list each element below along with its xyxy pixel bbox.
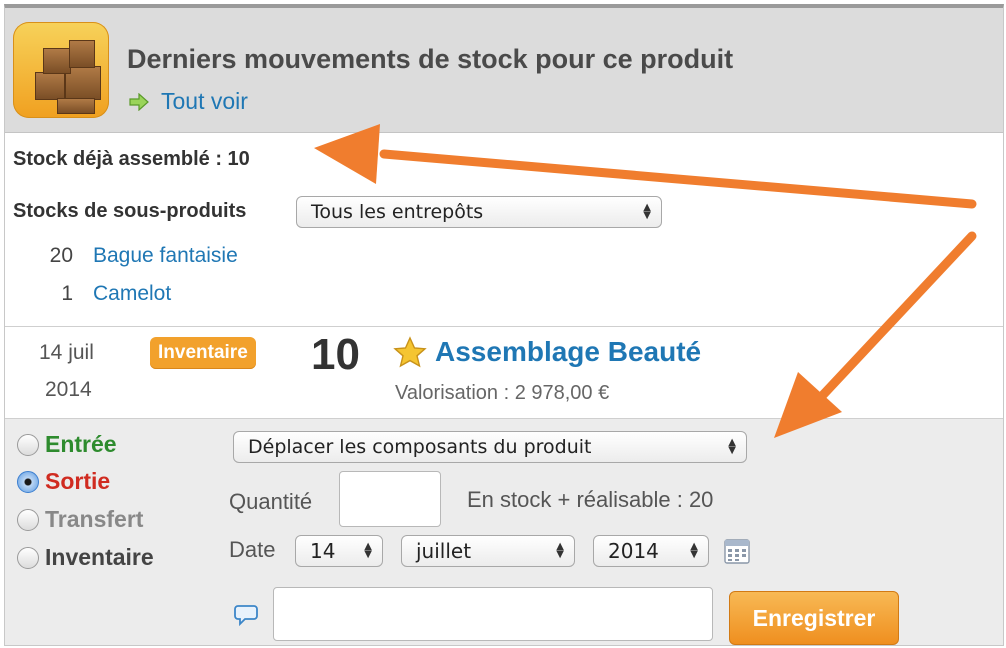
save-button[interactable]: Enregistrer	[729, 591, 899, 645]
quantity-label: Quantité	[229, 489, 313, 514]
divider	[5, 326, 1003, 327]
list-item: 20 Bague fantaisie	[5, 244, 405, 274]
day-select-value: 14	[310, 539, 336, 563]
radio-label: Transfert	[45, 506, 144, 532]
radio-transfert[interactable]: Transfert	[17, 506, 143, 533]
date-label: Date	[229, 537, 276, 562]
comment-icon	[234, 605, 258, 627]
calendar-icon[interactable]	[723, 537, 751, 565]
action-select-value: Déplacer les composants du produit	[248, 436, 592, 458]
quantity-input[interactable]	[339, 471, 441, 527]
radio-label: Entrée	[45, 431, 117, 457]
warehouse-select-value: Tous les entrepôts	[311, 201, 484, 223]
month-select-value: juillet	[416, 539, 472, 563]
select-arrows-icon: ▲ ▼	[364, 541, 372, 560]
radio-inventaire[interactable]: Inventaire	[17, 544, 154, 571]
select-arrows-icon: ▲ ▼	[690, 541, 698, 560]
sub-products-label: Stocks de sous-produits	[13, 200, 247, 222]
panel-header: Derniers mouvements de stock pour ce pro…	[5, 8, 1003, 133]
movement-qty: 10	[311, 330, 360, 379]
radio-button[interactable]	[17, 433, 39, 456]
radio-button[interactable]	[17, 508, 39, 531]
month-select[interactable]: juillet ▲ ▼	[401, 535, 575, 567]
see-all-link[interactable]: Tout voir	[129, 88, 248, 115]
movement-type-badge: Inventaire	[150, 337, 256, 369]
select-arrows-icon: ▲ ▼	[556, 541, 564, 560]
star-icon[interactable]	[393, 336, 427, 368]
stock-movements-panel: Derniers mouvements de stock pour ce pro…	[4, 4, 1004, 646]
page-title: Derniers mouvements de stock pour ce pro…	[127, 44, 734, 74]
year-select[interactable]: 2014 ▲ ▼	[593, 535, 709, 567]
sub-product-qty: 20	[49, 244, 73, 267]
action-select[interactable]: Déplacer les composants du produit ▲ ▼	[233, 431, 747, 463]
year-select-value: 2014	[608, 539, 659, 563]
list-item: 1 Camelot	[5, 282, 405, 312]
select-arrows-icon: ▲ ▼	[728, 437, 736, 456]
sub-product-link[interactable]: Camelot	[93, 282, 171, 306]
sub-product-link[interactable]: Bague fantaisie	[93, 244, 238, 268]
stock-assembled: Stock déjà assemblé : 10	[13, 148, 250, 170]
movement-product-link[interactable]: Assemblage Beauté	[435, 336, 701, 368]
sub-product-qty: 1	[61, 282, 73, 305]
radio-entree[interactable]: Entrée	[17, 431, 117, 458]
stock-movement-form: Entrée Sortie Transfert Inventaire Dépla…	[5, 418, 1003, 645]
radio-button[interactable]	[17, 546, 39, 569]
select-arrows-icon: ▲ ▼	[643, 202, 651, 221]
radio-label: Inventaire	[45, 544, 154, 570]
day-select[interactable]: 14 ▲ ▼	[295, 535, 383, 567]
movement-valuation: Valorisation : 2 978,00 €	[395, 382, 610, 404]
movement-date-year: 2014	[45, 378, 92, 401]
radio-label: Sortie	[45, 468, 111, 494]
warehouse-select[interactable]: Tous les entrepôts ▲ ▼	[296, 196, 662, 228]
arrow-right-icon	[129, 92, 149, 111]
in-stock-info: En stock + réalisable : 20	[467, 487, 714, 512]
radio-sortie[interactable]: Sortie	[17, 468, 110, 495]
comment-input[interactable]	[273, 587, 713, 641]
boxes-icon	[13, 22, 109, 118]
see-all-label: Tout voir	[161, 88, 248, 114]
movement-date-day: 14 juil	[39, 341, 94, 364]
radio-button-selected[interactable]	[17, 470, 39, 493]
